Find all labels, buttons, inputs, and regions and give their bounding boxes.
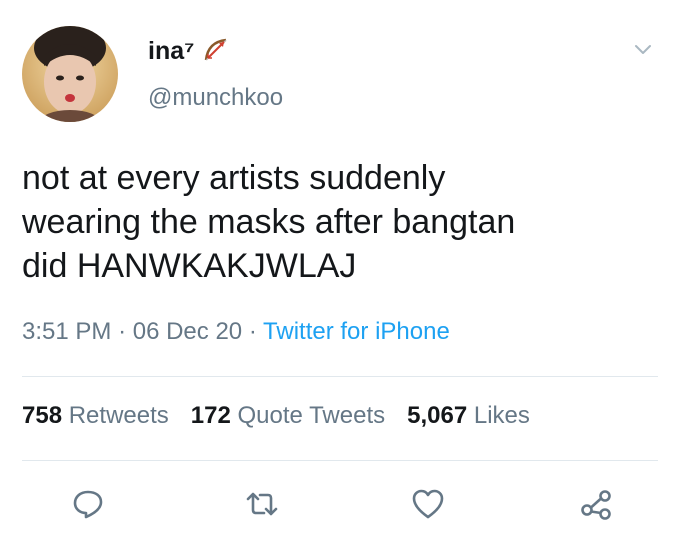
retweet-icon[interactable] (244, 486, 280, 522)
chevron-down-icon[interactable] (632, 38, 654, 60)
tweet-text-line: not at every artists suddenly (22, 159, 446, 197)
tweet-text-line: wearing the masks after bangtan (22, 203, 516, 241)
retweets-label: Retweets (68, 402, 169, 429)
tweet-card: ina ⁷ @munchkoo not at every artists sudd… (0, 0, 680, 548)
engagement-stats: 758 Retweets 172 Quote Tweets 5,067 Like… (22, 402, 530, 430)
likes-label: Likes (473, 402, 530, 429)
tweet-time[interactable]: 3:51 PM (22, 318, 111, 345)
tweet-metadata: 3:51 PM · 06 Dec 20 · Twitter for iPhone (22, 318, 450, 346)
likes-stat[interactable]: 5,067 Likes (407, 402, 530, 430)
avatar[interactable] (22, 26, 118, 122)
quotes-label: Quote Tweets (237, 402, 386, 429)
name-superscript: ⁷ (184, 36, 195, 65)
retweets-stat[interactable]: 758 Retweets (22, 402, 169, 430)
retweets-count: 758 (22, 402, 63, 429)
divider (22, 376, 658, 377)
tweet-text: not at every artists suddenly wearing th… (22, 156, 662, 288)
user-handle[interactable]: @munchkoo (148, 84, 283, 112)
share-icon[interactable] (578, 486, 614, 522)
display-name[interactable]: ina ⁷ (148, 36, 230, 66)
tweet-date[interactable]: 06 Dec 20 (133, 318, 242, 345)
quotes-count: 172 (190, 402, 231, 429)
meta-separator: · (248, 318, 257, 345)
bow-and-arrow-icon (200, 34, 230, 64)
display-name-text: ina (148, 36, 185, 65)
tweet-actions (0, 486, 680, 526)
tweet-source-link[interactable]: Twitter for iPhone (263, 318, 450, 345)
divider (22, 460, 658, 461)
reply-icon[interactable] (70, 486, 106, 522)
meta-separator: · (118, 318, 127, 345)
likes-count: 5,067 (407, 402, 468, 429)
tweet-text-line: did HANWKAKJWLAJ (22, 247, 357, 285)
quote-tweets-stat[interactable]: 172 Quote Tweets (191, 402, 385, 430)
like-icon[interactable] (410, 486, 446, 522)
